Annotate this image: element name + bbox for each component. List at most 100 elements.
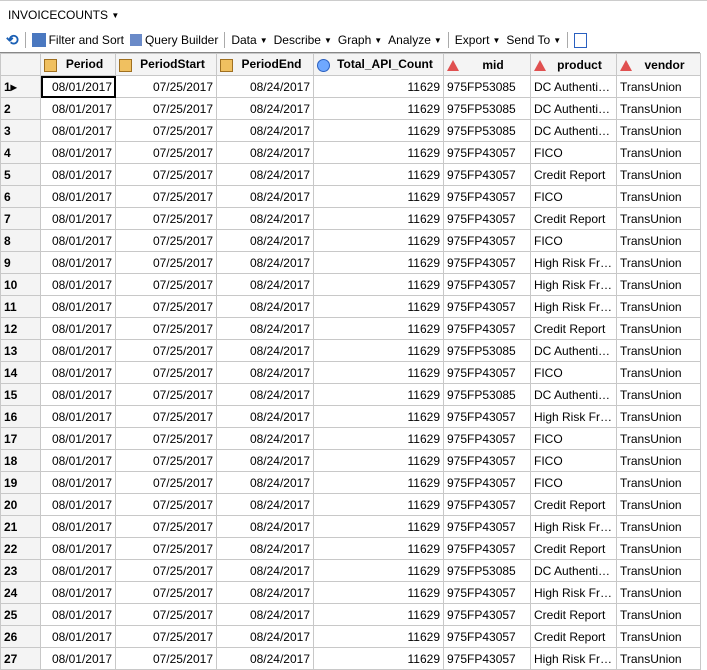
refresh-button[interactable]: ⟲ <box>6 31 19 49</box>
cell-periodstart[interactable]: 07/25/2017 <box>115 273 217 296</box>
table-row[interactable]: 10 08/01/2017 07/25/2017 08/24/2017 11629 975… <box>0 273 701 296</box>
cell-product[interactable]: DC Authentica... <box>530 75 617 98</box>
cell-period[interactable]: 08/01/2017 <box>40 229 116 252</box>
cell-periodend[interactable]: 08/24/2017 <box>216 493 314 516</box>
cell-vendor[interactable]: TransUnion <box>616 295 701 318</box>
cell-total_api_count[interactable]: 11629 <box>313 295 444 318</box>
cell-periodend[interactable]: 08/24/2017 <box>216 163 314 186</box>
cell-periodend[interactable]: 08/24/2017 <box>216 295 314 318</box>
cell-mid[interactable]: 975FP43057 <box>443 471 531 494</box>
cell-mid[interactable]: 975FP43057 <box>443 295 531 318</box>
table-row[interactable]: 3 08/01/2017 07/25/2017 08/24/2017 11629 975F… <box>0 119 701 142</box>
cell-mid[interactable]: 975FP43057 <box>443 141 531 164</box>
table-row[interactable]: 17 08/01/2017 07/25/2017 08/24/2017 11629 975… <box>0 427 701 450</box>
query-builder-button[interactable]: Query Builder <box>129 33 218 47</box>
cell-periodend[interactable]: 08/24/2017 <box>216 119 314 142</box>
table-row[interactable]: 23 08/01/2017 07/25/2017 08/24/2017 11629 975… <box>0 559 701 582</box>
cell-mid[interactable]: 975FP43057 <box>443 647 531 670</box>
cell-product[interactable]: Credit Report <box>530 625 617 648</box>
cell-period[interactable]: 08/01/2017 <box>40 625 116 648</box>
cell-period[interactable]: 08/01/2017 <box>40 97 116 120</box>
graph-menu[interactable]: Graph ▼ <box>338 33 382 47</box>
cell-total_api_count[interactable]: 11629 <box>313 75 444 98</box>
cell-mid[interactable]: 975FP43057 <box>443 603 531 626</box>
cell-period[interactable]: 08/01/2017 <box>40 537 116 560</box>
cell-period[interactable]: 08/01/2017 <box>40 361 116 384</box>
cell-mid[interactable]: 975FP43057 <box>443 317 531 340</box>
table-row[interactable]: 20 08/01/2017 07/25/2017 08/24/2017 11629 975… <box>0 493 701 516</box>
cell-product[interactable]: FICO <box>530 141 617 164</box>
cell-mid[interactable]: 975FP43057 <box>443 361 531 384</box>
column-header-periodend[interactable]: PeriodEnd <box>216 53 314 76</box>
cell-periodstart[interactable]: 07/25/2017 <box>115 581 217 604</box>
cell-mid[interactable]: 975FP43057 <box>443 427 531 450</box>
cell-periodend[interactable]: 08/24/2017 <box>216 317 314 340</box>
row-header[interactable]: 7 <box>0 207 41 230</box>
cell-periodend[interactable]: 08/24/2017 <box>216 625 314 648</box>
cell-product[interactable]: FICO <box>530 229 617 252</box>
cell-periodend[interactable]: 08/24/2017 <box>216 581 314 604</box>
cell-periodstart[interactable]: 07/25/2017 <box>115 427 217 450</box>
cell-periodend[interactable]: 08/24/2017 <box>216 339 314 362</box>
cell-total_api_count[interactable]: 11629 <box>313 647 444 670</box>
cell-periodend[interactable]: 08/24/2017 <box>216 537 314 560</box>
cell-periodend[interactable]: 08/24/2017 <box>216 449 314 472</box>
cell-periodend[interactable]: 08/24/2017 <box>216 427 314 450</box>
cell-product[interactable]: Credit Report <box>530 603 617 626</box>
cell-product[interactable]: High Risk Fra... <box>530 515 617 538</box>
row-header[interactable]: 2 <box>0 97 41 120</box>
cell-total_api_count[interactable]: 11629 <box>313 603 444 626</box>
cell-vendor[interactable]: TransUnion <box>616 515 701 538</box>
cell-total_api_count[interactable]: 11629 <box>313 97 444 120</box>
cell-total_api_count[interactable]: 11629 <box>313 559 444 582</box>
cell-total_api_count[interactable]: 11629 <box>313 273 444 296</box>
row-header[interactable]: 12 <box>0 317 41 340</box>
cell-periodstart[interactable]: 07/25/2017 <box>115 163 217 186</box>
cell-product[interactable]: Credit Report <box>530 317 617 340</box>
column-header-product[interactable]: product <box>530 53 617 76</box>
cell-product[interactable]: High Risk Fra... <box>530 581 617 604</box>
table-row[interactable]: 6 08/01/2017 07/25/2017 08/24/2017 11629 975F… <box>0 185 701 208</box>
table-row[interactable]: 14 08/01/2017 07/25/2017 08/24/2017 11629 975… <box>0 361 701 384</box>
cell-mid[interactable]: 975FP43057 <box>443 163 531 186</box>
cell-periodstart[interactable]: 07/25/2017 <box>115 295 217 318</box>
row-header[interactable]: 13 <box>0 339 41 362</box>
cell-total_api_count[interactable]: 11629 <box>313 493 444 516</box>
cell-product[interactable]: FICO <box>530 427 617 450</box>
cell-vendor[interactable]: TransUnion <box>616 383 701 406</box>
cell-periodend[interactable]: 08/24/2017 <box>216 229 314 252</box>
dataset-tab[interactable]: INVOICECOUNTS ▼ <box>0 0 707 29</box>
cell-vendor[interactable]: TransUnion <box>616 449 701 472</box>
cell-periodend[interactable]: 08/24/2017 <box>216 559 314 582</box>
cell-periodend[interactable]: 08/24/2017 <box>216 647 314 670</box>
cell-vendor[interactable]: TransUnion <box>616 493 701 516</box>
cell-periodend[interactable]: 08/24/2017 <box>216 251 314 274</box>
cell-periodstart[interactable]: 07/25/2017 <box>115 493 217 516</box>
column-header-mid[interactable]: mid <box>443 53 531 76</box>
row-header[interactable]: 19 <box>0 471 41 494</box>
cell-vendor[interactable]: TransUnion <box>616 75 701 98</box>
send-to-menu[interactable]: Send To ▼ <box>506 33 561 47</box>
cell-total_api_count[interactable]: 11629 <box>313 625 444 648</box>
cell-periodend[interactable]: 08/24/2017 <box>216 273 314 296</box>
cell-total_api_count[interactable]: 11629 <box>313 383 444 406</box>
cell-total_api_count[interactable]: 11629 <box>313 515 444 538</box>
cell-period[interactable]: 08/01/2017 <box>40 515 116 538</box>
table-row[interactable]: 25 08/01/2017 07/25/2017 08/24/2017 11629 975… <box>0 603 701 626</box>
cell-mid[interactable]: 975FP53085 <box>443 383 531 406</box>
cell-periodend[interactable]: 08/24/2017 <box>216 75 314 98</box>
cell-period[interactable]: 08/01/2017 <box>40 75 116 98</box>
cell-vendor[interactable]: TransUnion <box>616 647 701 670</box>
cell-vendor[interactable]: TransUnion <box>616 317 701 340</box>
cell-periodstart[interactable]: 07/25/2017 <box>115 185 217 208</box>
cell-vendor[interactable]: TransUnion <box>616 273 701 296</box>
cell-product[interactable]: High Risk Fra... <box>530 273 617 296</box>
cell-total_api_count[interactable]: 11629 <box>313 427 444 450</box>
row-header[interactable]: 25 <box>0 603 41 626</box>
cell-vendor[interactable]: TransUnion <box>616 427 701 450</box>
cell-vendor[interactable]: TransUnion <box>616 163 701 186</box>
cell-periodend[interactable]: 08/24/2017 <box>216 405 314 428</box>
row-header[interactable]: 3 <box>0 119 41 142</box>
table-row[interactable]: 4 08/01/2017 07/25/2017 08/24/2017 11629 975F… <box>0 141 701 164</box>
table-row[interactable]: 21 08/01/2017 07/25/2017 08/24/2017 11629 975… <box>0 515 701 538</box>
